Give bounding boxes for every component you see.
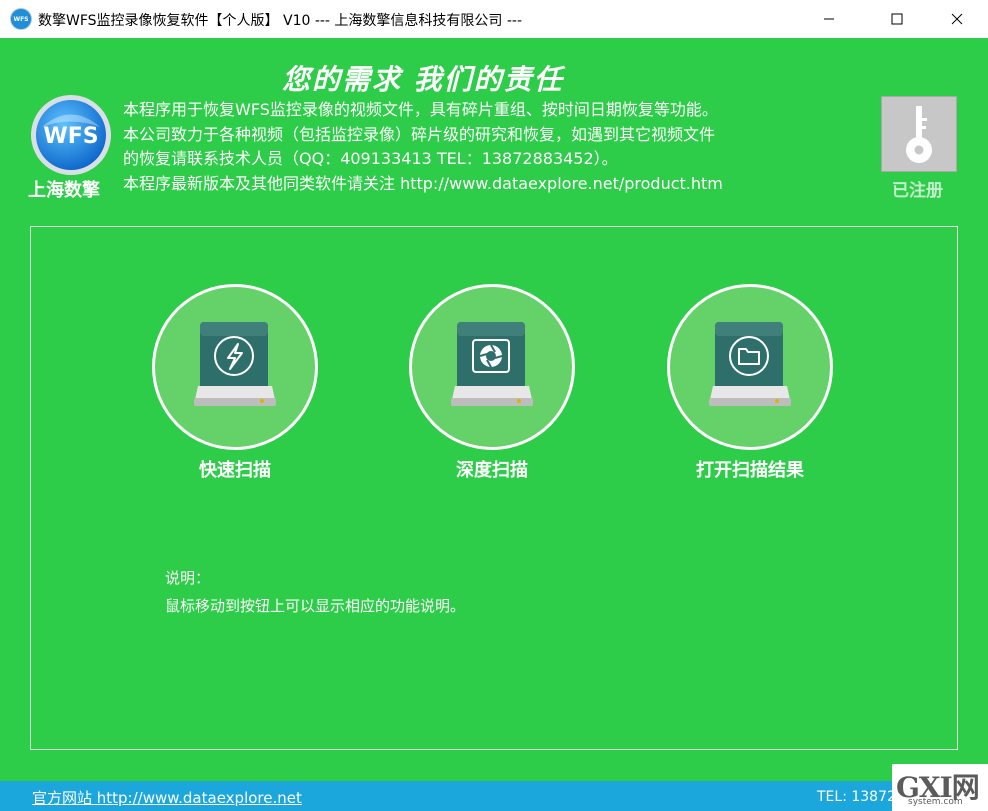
intro-line: 本程序最新版本及其他同类软件请关注 http://www.dataexplore… bbox=[123, 173, 723, 193]
watermark: GXI网 system.com bbox=[892, 764, 988, 811]
close-button[interactable] bbox=[934, 0, 980, 38]
quick-scan-button[interactable] bbox=[152, 284, 318, 450]
registration-button[interactable] bbox=[881, 96, 957, 172]
maximize-button[interactable] bbox=[874, 0, 920, 38]
description-title: 说明： bbox=[165, 569, 211, 587]
company-logo: WFS bbox=[31, 95, 111, 175]
title-bar: WFS 数擎WFS监控录像恢复软件【个人版】 V10 --- 上海数擎信息科技有… bbox=[0, 0, 988, 38]
deep-scan-label[interactable]: 深度扫描 bbox=[409, 456, 575, 482]
intro-text: 本程序用于恢复WFS监控录像的视频文件，具有碎片重组、按时间日期恢复等功能。 本… bbox=[123, 98, 723, 196]
quick-scan-label[interactable]: 快速扫描 bbox=[152, 456, 318, 482]
minimize-button[interactable] bbox=[806, 0, 852, 38]
hard-drive-icon bbox=[194, 322, 276, 406]
intro-line: 的恢复请联系技术人员（QQ：409133413 TEL：13872883452）… bbox=[123, 149, 618, 168]
hard-drive-icon bbox=[451, 322, 533, 406]
hard-drive-icon bbox=[709, 322, 791, 406]
status-bar: 官方网站 http://www.dataexplore.net TEL: 138… bbox=[0, 781, 988, 811]
intro-line: 本程序用于恢复WFS监控录像的视频文件，具有碎片重组、按时间日期恢复等功能。 bbox=[123, 100, 718, 119]
slogan: 您的需求 我们的责任 bbox=[282, 63, 564, 96]
window-title: 数擎WFS监控录像恢复软件【个人版】 V10 --- 上海数擎信息科技有限公司 … bbox=[38, 13, 523, 29]
app-icon: WFS bbox=[10, 8, 32, 30]
close-icon bbox=[951, 13, 963, 25]
deep-scan-button[interactable] bbox=[409, 284, 575, 450]
open-results-label[interactable]: 打开扫描结果 bbox=[667, 456, 833, 482]
open-results-button[interactable] bbox=[667, 284, 833, 450]
main-panel: 快速扫描 深度扫描 打开扫描结果 说明： 鼠标移动到按钮上可以显示相应的功能说明… bbox=[30, 226, 958, 750]
intro-line: 本公司致力于各种视频（包括监控录像）碎片级的研究和恢复，如遇到其它视频文件 bbox=[123, 124, 716, 144]
registration-status: 已注册 bbox=[892, 181, 943, 201]
logo-badge: WFS bbox=[43, 124, 98, 149]
logo-company-name: 上海数擎 bbox=[28, 180, 100, 201]
key-icon bbox=[906, 106, 932, 163]
maximize-icon bbox=[891, 13, 903, 25]
minimize-icon bbox=[824, 18, 834, 20]
official-website-link[interactable]: 官方网站 http://www.dataexplore.net bbox=[32, 787, 302, 808]
description-text: 鼠标移动到按钮上可以显示相应的功能说明。 bbox=[165, 597, 466, 615]
contact-phone: TEL: 13872 bbox=[817, 789, 896, 805]
watermark-subtext: system.com bbox=[908, 797, 963, 807]
